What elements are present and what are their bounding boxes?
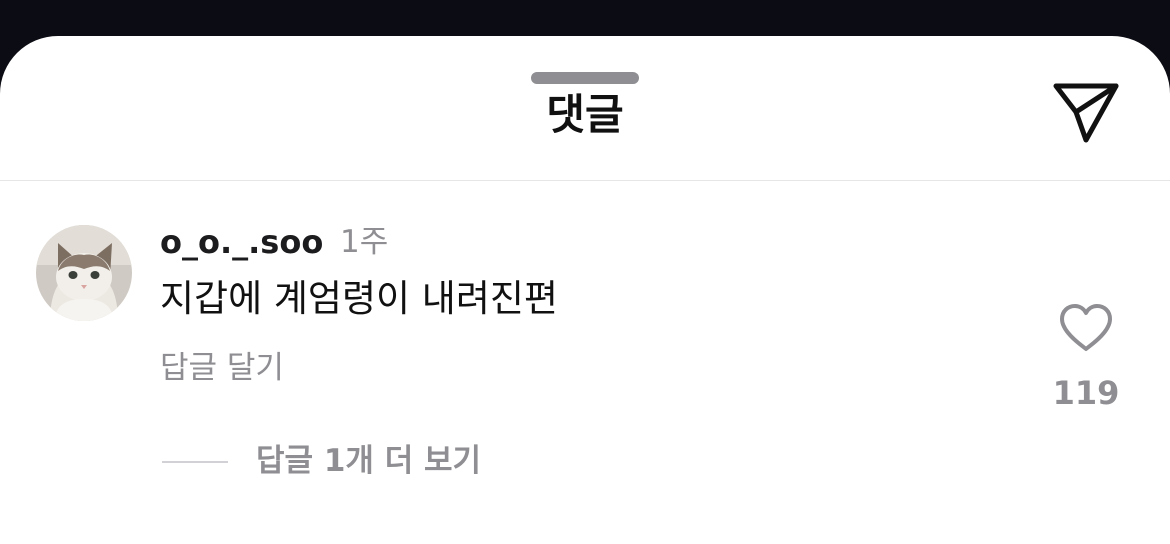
comment-text: 지갑에 계엄령이 내려진편 — [160, 277, 558, 320]
view-more-replies-button[interactable]: 답글 1개 더 보기 — [256, 441, 481, 481]
like-count: 119 — [1052, 374, 1120, 412]
reply-button[interactable]: 답글 달기 — [160, 348, 284, 388]
cat-avatar-image — [36, 225, 132, 321]
comment-username[interactable]: o_o._.soo — [160, 222, 323, 262]
header-divider — [0, 180, 1170, 181]
send-icon — [1053, 83, 1119, 143]
drag-handle[interactable] — [531, 72, 639, 84]
send-button[interactable] — [1050, 82, 1122, 146]
page-title: 댓글 — [546, 90, 624, 139]
heart-icon — [1060, 304, 1112, 351]
avatar[interactable] — [36, 225, 132, 321]
comment-time: 1주 — [340, 224, 389, 260]
replies-divider-line — [162, 461, 228, 463]
like-button[interactable] — [1058, 303, 1114, 353]
